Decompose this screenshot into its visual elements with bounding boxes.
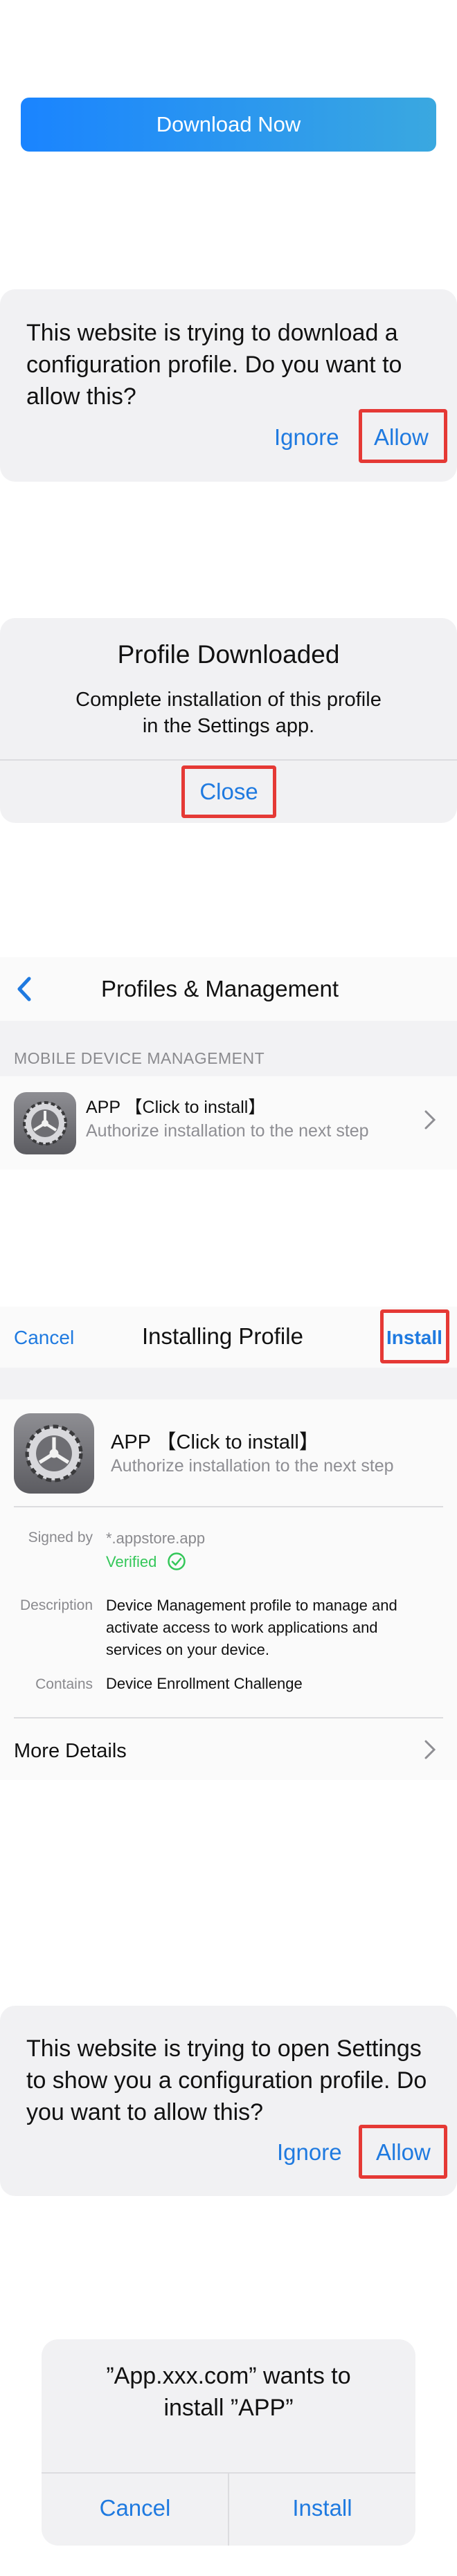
contains-label: Contains bbox=[35, 1676, 93, 1692]
alert2-ignore-button[interactable]: Ignore bbox=[277, 2139, 342, 2166]
chevron-right-icon bbox=[424, 1110, 436, 1130]
alert-message: This website is trying to download a con… bbox=[26, 320, 402, 410]
final-install-button[interactable]: Install bbox=[229, 2495, 415, 2521]
install-dialog-line1: ”App.xxx.com” wants to bbox=[106, 2363, 351, 2389]
profile-app-name: APP 【Click to install】 bbox=[111, 1431, 319, 1453]
installing-cancel-button[interactable]: Cancel bbox=[14, 1327, 74, 1349]
alert2-message: This website is trying to open Settings … bbox=[26, 2035, 427, 2125]
installing-profile-title: Installing Profile bbox=[142, 1323, 303, 1349]
download-now-label: Download Now bbox=[156, 112, 301, 136]
profile-downloaded-title: Profile Downloaded bbox=[117, 640, 340, 669]
profile-downloaded-message-line1: Complete installation of this profile bbox=[75, 689, 382, 711]
contains-value: Device Enrollment Challenge bbox=[106, 1675, 303, 1692]
profile-item-subtitle: Authorize installation to the next step bbox=[86, 1121, 369, 1141]
installing-top-gap bbox=[0, 1368, 457, 1399]
profiles-page-title: Profiles & Management bbox=[101, 976, 339, 1001]
profile-item-name: APP 【Click to install】 bbox=[86, 1098, 266, 1117]
alert2-allow-button[interactable]: Allow bbox=[376, 2139, 431, 2166]
more-details-chevron-icon bbox=[424, 1740, 436, 1759]
download-now-button[interactable]: Download Now bbox=[21, 98, 436, 152]
verified-label: Verified bbox=[106, 1553, 157, 1570]
final-cancel-button[interactable]: Cancel bbox=[42, 2495, 228, 2521]
signed-by-label: Signed by bbox=[28, 1530, 93, 1545]
more-details-label: More Details bbox=[14, 1740, 127, 1762]
settings-gear-icon bbox=[14, 1092, 76, 1154]
section-header-bg bbox=[0, 1021, 457, 1076]
alert1-ignore-button[interactable]: Ignore bbox=[274, 424, 339, 451]
profile-gear-icon bbox=[14, 1413, 94, 1494]
section-header: MOBILE DEVICE MANAGEMENT bbox=[14, 1049, 265, 1067]
alert1-allow-button[interactable]: Allow bbox=[374, 424, 429, 451]
verified-check-icon bbox=[168, 1552, 186, 1570]
dialog-divider bbox=[0, 759, 457, 761]
description-value: Device Management profile to manage and … bbox=[106, 1597, 397, 1658]
installing-install-button[interactable]: Install bbox=[386, 1327, 442, 1349]
back-chevron-icon[interactable] bbox=[15, 976, 33, 1002]
install-dialog-line2: install ”APP” bbox=[163, 2395, 294, 2421]
profile-downloaded-message-line2: in the Settings app. bbox=[142, 715, 315, 737]
close-button[interactable]: Close bbox=[181, 779, 276, 805]
detail-divider bbox=[14, 1506, 443, 1507]
description-label: Description bbox=[19, 1597, 93, 1613]
signed-by-value: *.appstore.app bbox=[106, 1530, 206, 1547]
profile-app-subtitle: Authorize installation to the next step bbox=[111, 1456, 394, 1476]
